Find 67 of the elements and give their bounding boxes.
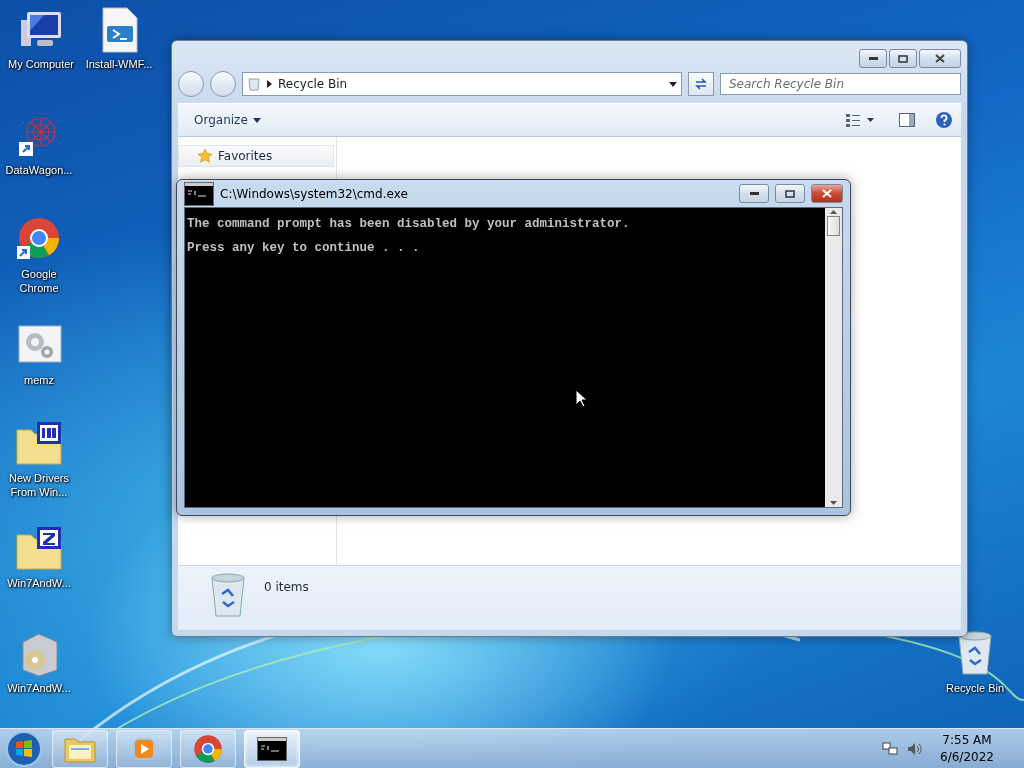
desktop-icon[interactable]: Recycle Bin — [936, 630, 1014, 695]
start-button[interactable] — [4, 729, 44, 768]
scroll-thumb[interactable] — [827, 216, 840, 236]
address-text: Recycle Bin — [278, 77, 349, 91]
media-player-icon — [131, 735, 157, 762]
star-icon — [197, 148, 213, 164]
favorites-label: Favorites — [218, 149, 273, 163]
console-icon — [257, 736, 287, 761]
desktop-icon[interactable]: DataWagon... — [0, 112, 78, 177]
desktop-icon[interactable]: Install-WMF... — [80, 6, 158, 71]
chrome-icon — [193, 733, 223, 764]
item-count: 0 items — [264, 579, 309, 594]
desktop-icon-label: Win7AndW... — [7, 576, 71, 590]
organize-button[interactable]: Organize — [190, 111, 265, 129]
view-options-icon[interactable] — [845, 113, 875, 127]
desktop-icon-label: memz — [24, 373, 54, 387]
desktop-icon[interactable]: Google Chrome — [0, 216, 78, 295]
close-button[interactable] — [811, 184, 843, 203]
desktop-icon[interactable]: New Drivers From Win... — [0, 420, 78, 499]
dropdown-icon — [669, 81, 677, 87]
caret-icon — [252, 117, 261, 123]
desktop-icon[interactable]: Win7AndW... — [0, 630, 78, 695]
refresh-icon — [694, 78, 708, 90]
search-field[interactable]: Search Recycle Bin — [720, 73, 961, 95]
scroll-up-icon[interactable] — [830, 210, 837, 214]
console-line: Press any key to continue . . . — [187, 240, 421, 256]
address-bar[interactable]: Recycle Bin — [242, 72, 682, 96]
close-icon — [822, 189, 832, 198]
zip-folder-icon — [15, 525, 63, 573]
iso-folder-icon — [15, 420, 63, 468]
desktop-icon[interactable]: memz — [0, 322, 78, 387]
scrollbar[interactable] — [825, 208, 842, 507]
minimize-button[interactable] — [859, 49, 887, 68]
recycle-bin-icon — [247, 77, 261, 91]
desktop-icon[interactable]: My Computer — [2, 6, 80, 71]
network-icon[interactable] — [882, 740, 898, 757]
maximize-icon — [898, 54, 908, 63]
close-icon — [935, 54, 945, 63]
minimize-icon — [868, 57, 878, 60]
clock-time: 7:55 AM — [942, 731, 992, 749]
scroll-down-icon[interactable] — [830, 501, 837, 505]
desktop-icon-label: Recycle Bin — [945, 681, 1005, 695]
preview-pane-icon[interactable] — [899, 113, 915, 127]
recycle-bin-icon — [955, 630, 995, 678]
refresh-button[interactable] — [688, 72, 714, 96]
minimize-icon — [749, 192, 759, 195]
clock[interactable]: 7:55 AM 6/6/2022 — [932, 731, 1002, 766]
help-icon[interactable] — [935, 111, 953, 129]
desktop-icon-label: Google Chrome — [18, 267, 60, 295]
maximize-icon — [785, 189, 795, 198]
console-line: The command prompt has been disabled by your administrator. — [187, 216, 631, 232]
desktop-icon-label: Win7AndW... — [7, 681, 71, 695]
window-title: C:\Windows\system32\cmd.exe — [220, 186, 409, 201]
taskbar-button[interactable] — [244, 729, 300, 768]
maximize-button[interactable] — [889, 49, 917, 68]
favorites-item[interactable]: Favorites — [178, 145, 334, 167]
desktop-icon-label: My Computer — [8, 57, 74, 71]
desktop-icon-label: Install-WMF... — [85, 57, 153, 71]
clock-date: 6/6/2022 — [940, 748, 994, 766]
minimize-button[interactable] — [739, 184, 769, 203]
desktop-icon-label: New Drivers From Win... — [8, 471, 70, 499]
desktop-icon-label: DataWagon... — [5, 163, 73, 177]
breadcrumb-arrow-icon — [267, 80, 272, 88]
close-button[interactable] — [919, 49, 961, 68]
maximize-button[interactable] — [775, 184, 805, 203]
mouse-pointer-icon — [575, 389, 587, 408]
recycle-bin-icon — [208, 572, 248, 620]
